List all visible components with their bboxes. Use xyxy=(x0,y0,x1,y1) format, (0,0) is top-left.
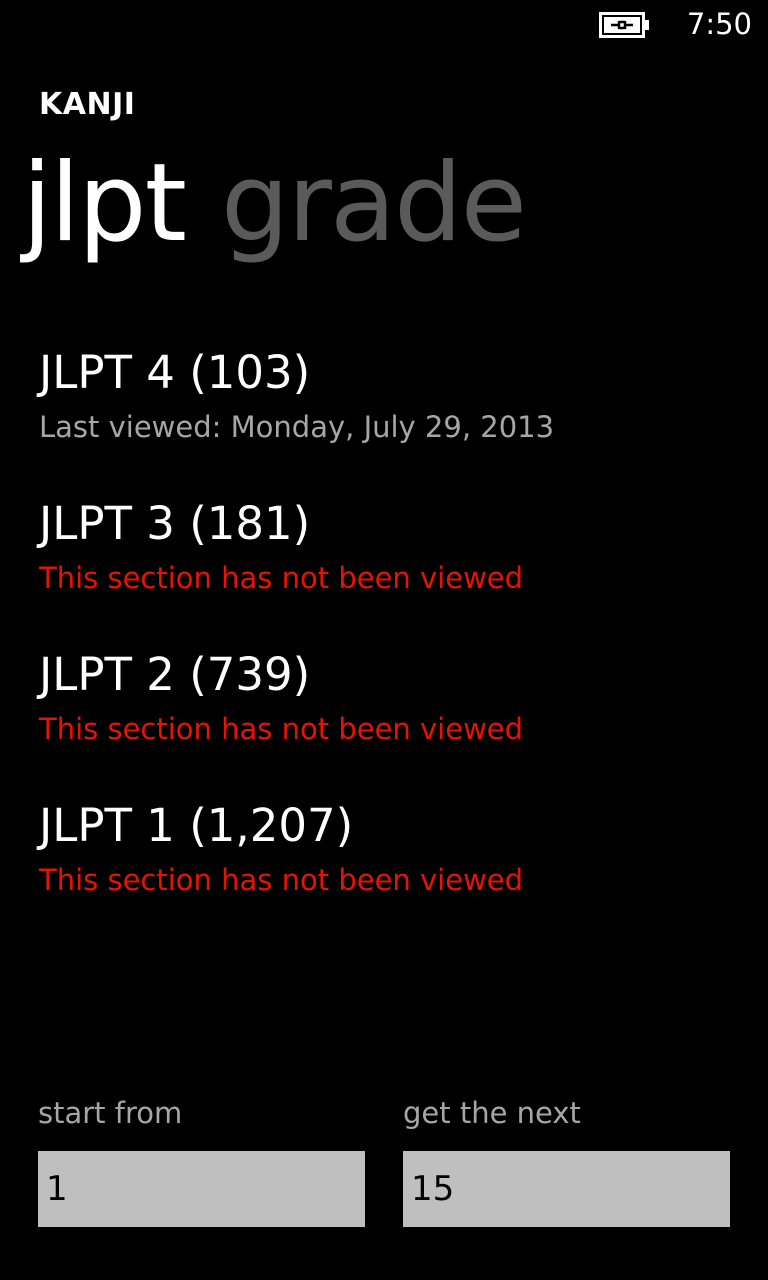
status-clock: 7:50 xyxy=(686,7,752,41)
list-item-jlpt-1[interactable]: JLPT 1 (1,207) This section has not been… xyxy=(39,796,739,947)
pivot-tab-jlpt[interactable]: jlpt xyxy=(22,140,187,268)
jlpt-section-list: JLPT 4 (103) Last viewed: Monday, July 2… xyxy=(39,343,739,947)
pivot-tab-grade[interactable]: grade xyxy=(221,140,527,268)
battery-charging-icon xyxy=(599,12,651,38)
start-from-input[interactable]: 1 xyxy=(38,1151,365,1227)
section-status: This section has not been viewed xyxy=(39,863,524,897)
status-bar: 7:50 xyxy=(0,0,768,50)
start-from-label: start from xyxy=(38,1096,183,1130)
get-next-field: get the next 15 xyxy=(403,1093,730,1227)
section-title: JLPT 3 (181) xyxy=(39,497,311,550)
section-title: JLPT 1 (1,207) xyxy=(39,799,354,852)
section-status: This section has not been viewed xyxy=(39,712,524,746)
get-next-label: get the next xyxy=(403,1096,581,1130)
pivot-header: jlpt grade xyxy=(22,140,561,268)
app-title: KANJI xyxy=(39,87,136,122)
section-status: Last viewed: Monday, July 29, 2013 xyxy=(39,410,555,444)
list-item-jlpt-3[interactable]: JLPT 3 (181) This section has not been v… xyxy=(39,494,739,645)
section-title: JLPT 4 (103) xyxy=(39,346,311,399)
section-title: JLPT 2 (739) xyxy=(39,648,311,701)
list-item-jlpt-4[interactable]: JLPT 4 (103) Last viewed: Monday, July 2… xyxy=(39,343,739,494)
section-status: This section has not been viewed xyxy=(39,561,524,595)
get-next-input[interactable]: 15 xyxy=(403,1151,730,1227)
list-item-jlpt-2[interactable]: JLPT 2 (739) This section has not been v… xyxy=(39,645,739,796)
start-from-field: start from 1 xyxy=(38,1093,365,1227)
